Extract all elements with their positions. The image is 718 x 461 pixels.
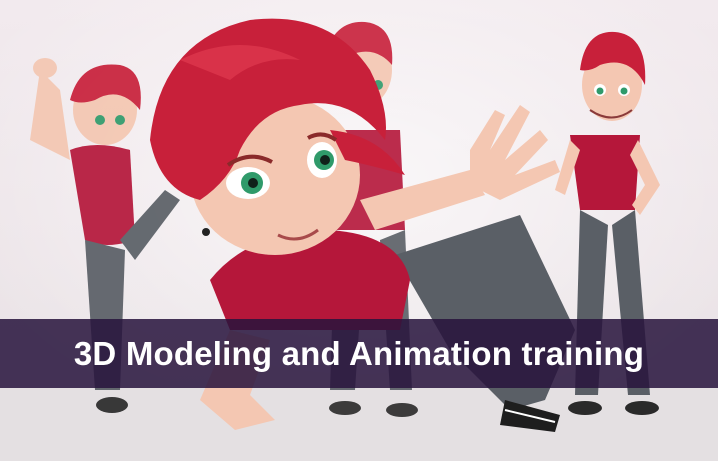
character-illustration bbox=[0, 0, 718, 461]
title-banner: 3D Modeling and Animation training bbox=[0, 319, 718, 388]
promo-image bbox=[0, 0, 718, 461]
banner-title: 3D Modeling and Animation training bbox=[73, 334, 645, 372]
